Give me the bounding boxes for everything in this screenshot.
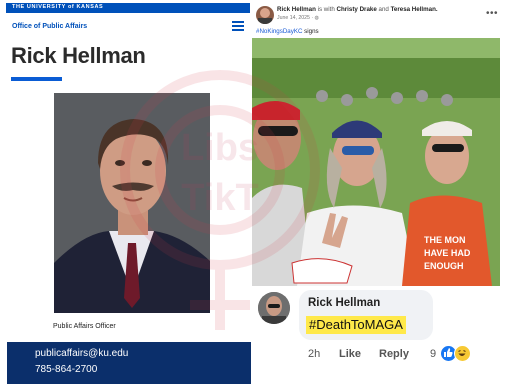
post-timestamp[interactable]: June 14, 2025 · ◍ [277,15,319,21]
svg-text:ENOUGH: ENOUGH [424,261,464,271]
post-date-text: June 14, 2025 · [277,15,314,21]
haha-icon [454,345,471,362]
comment-author-avatar[interactable] [258,292,290,324]
university-banner[interactable]: THE UNIVERSITY of KANSAS [6,3,250,13]
profile-photo [54,93,210,313]
social-post: Rick Hellman is with Christy Drake and T… [252,0,505,384]
comment-text: #DeathToMAGA [306,316,406,334]
tagged-person-1[interactable]: Christy Drake [337,6,377,13]
and-text: and [378,6,389,13]
hamburger-menu-icon[interactable] [232,21,244,31]
comment-like-button[interactable]: Like [339,348,361,360]
title-underline [11,77,62,81]
job-title: Public Affairs Officer [53,323,116,330]
post-author-avatar[interactable] [256,6,274,24]
svg-text:HAVE HAD: HAVE HAD [424,248,471,258]
comment-time[interactable]: 2h [308,348,320,360]
tagged-person-2[interactable]: Teresa Hellman. [391,6,438,13]
more-options-icon[interactable]: ••• [486,8,498,19]
university-name: THE UNIVERSITY of KANSAS [12,4,104,10]
ku-profile-page: THE UNIVERSITY of KANSAS Office of Publi… [0,0,252,384]
caption-text: signs [304,28,319,35]
svg-text:THE MON: THE MON [424,235,466,245]
comment-reply-button[interactable]: Reply [379,348,409,360]
page-title: Rick Hellman [11,43,146,68]
hashtag-link[interactable]: #NoKingsDayKC [256,28,302,35]
post-header: Rick Hellman is with Christy Drake and T… [277,6,438,13]
contact-email-link[interactable]: publicaffairs@ku.edu [35,348,128,359]
post-caption: #NoKingsDayKC signs [256,28,319,35]
contact-footer: publicaffairs@ku.edu 785-864-2700 [7,342,251,384]
office-link[interactable]: Office of Public Affairs [12,23,87,30]
reaction-count[interactable]: 9 [430,348,436,360]
contact-phone-link[interactable]: 785-864-2700 [35,364,97,375]
post-author-link[interactable]: Rick Hellman [277,6,316,13]
with-text: is with [317,6,335,13]
post-photo[interactable]: THE MON HAVE HAD ENOUGH [252,38,500,286]
globe-icon: ◍ [314,15,320,21]
comment-author-name[interactable]: Rick Hellman [308,297,380,309]
